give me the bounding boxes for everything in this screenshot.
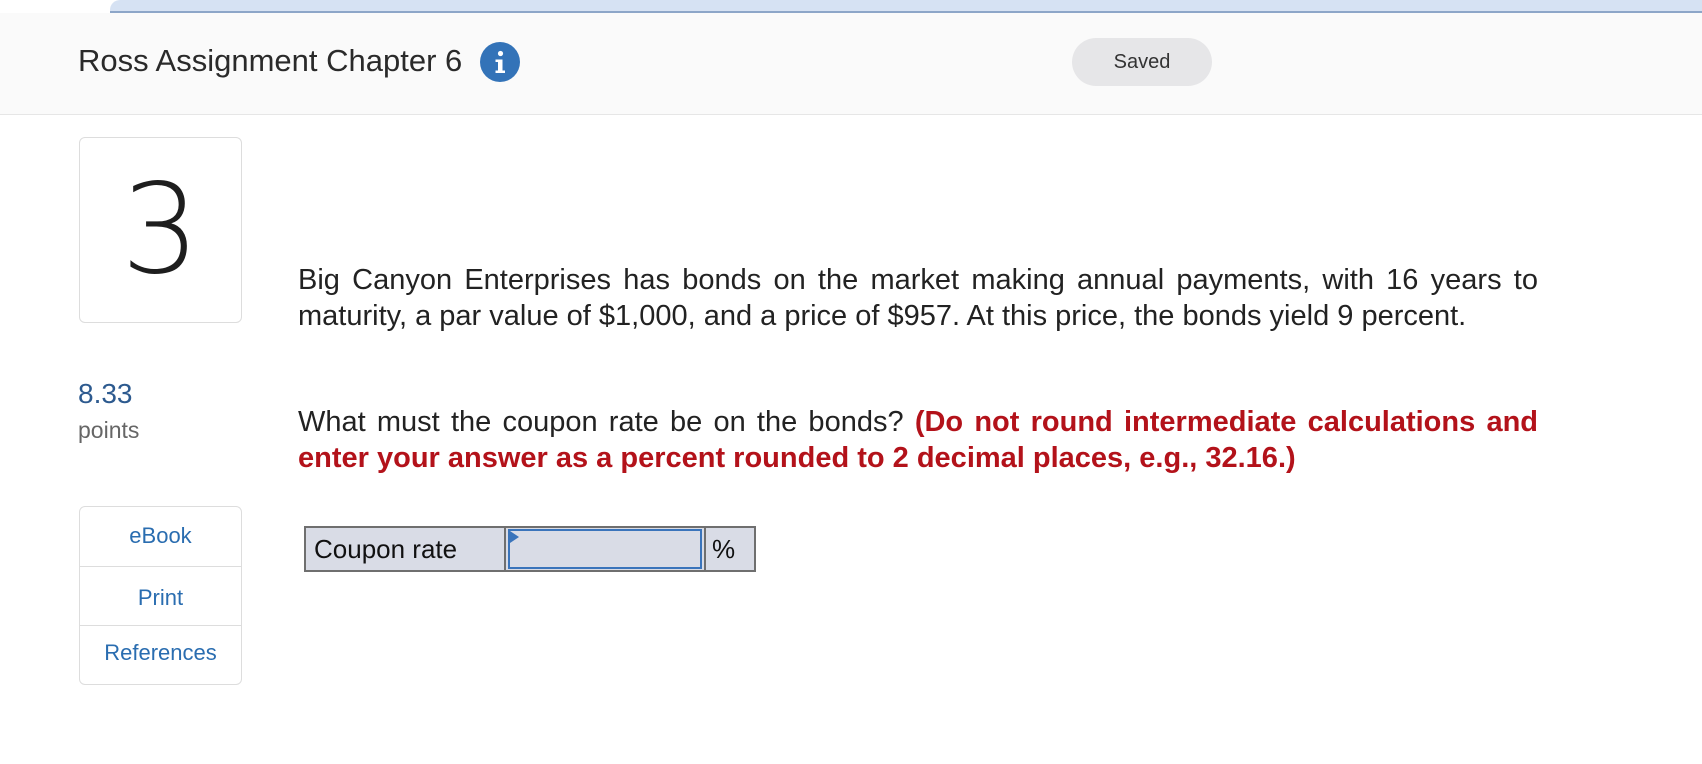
info-glyph xyxy=(495,50,505,73)
browser-top-strip xyxy=(0,0,1702,13)
references-link[interactable]: References xyxy=(80,640,241,666)
resources-panel: eBook Print References xyxy=(79,506,242,685)
answer-table: Coupon rate % xyxy=(304,526,756,572)
points-label: points xyxy=(78,417,140,443)
resource-divider xyxy=(80,625,241,626)
assignment-header: Ross Assignment Chapter 6 Saved xyxy=(0,13,1702,115)
percent-unit: % xyxy=(704,528,754,570)
question-text: Big Canyon Enterprises has bonds on the … xyxy=(298,264,1538,332)
saved-status-badge: Saved xyxy=(1072,38,1212,86)
question-number: 3 xyxy=(121,158,200,302)
question-prompt: What must the coupon rate be on the bond… xyxy=(298,404,1538,476)
assignment-title: Ross Assignment Chapter 6 xyxy=(78,43,463,78)
browser-tab-edge xyxy=(110,0,1702,13)
info-icon[interactable] xyxy=(480,42,520,82)
coupon-rate-input[interactable] xyxy=(508,529,702,569)
question-number-box: 3 xyxy=(79,137,242,323)
resource-divider xyxy=(80,566,241,567)
print-link[interactable]: Print xyxy=(80,585,241,611)
input-flag-icon xyxy=(510,531,519,543)
prompt-text: What must the coupon rate be on the bond… xyxy=(298,406,904,438)
ebook-link[interactable]: eBook xyxy=(80,523,241,549)
coupon-rate-label: Coupon rate xyxy=(306,528,506,570)
points-value: 8.33 xyxy=(78,378,133,409)
